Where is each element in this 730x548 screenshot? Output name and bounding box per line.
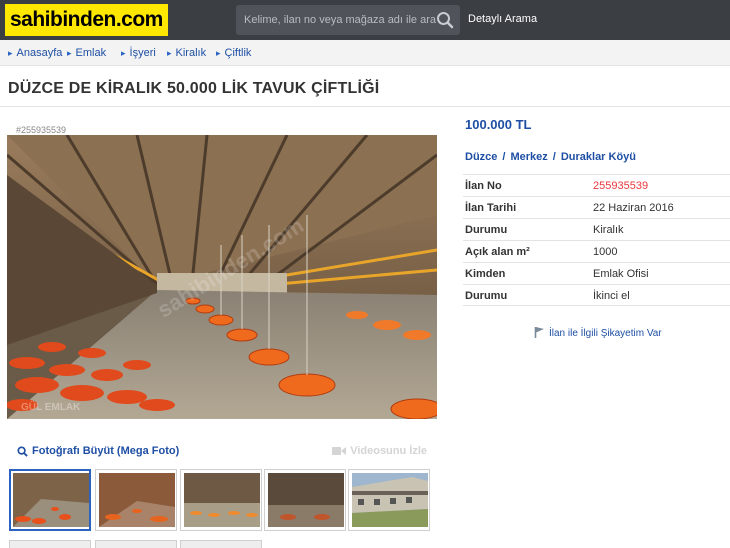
thumbnail-image [352,473,428,527]
thumbnail-image [184,473,260,527]
detail-row: Durumu İkinci el [463,284,730,306]
detail-key: Kimden [465,268,506,280]
search-icon[interactable] [436,11,454,29]
thumbnail-1[interactable] [9,469,91,531]
thumbnail-5[interactable] [348,469,430,531]
listing-details-table: İlan No 255935539 İlan Tarihi 22 Haziran… [463,174,730,306]
photo-ad-number: #255935539 [16,125,67,135]
breadcrumb-home[interactable]: Anasayfa [8,40,63,66]
location-district[interactable]: Merkez [510,151,547,163]
photo-corner-mark: GÜL EMLAK [21,402,81,413]
mega-photo-link[interactable]: Fotoğrafı Büyüt (Mega Foto) [17,445,179,457]
search-box[interactable]: Kelime, ilan no veya mağaza adı ile ara [236,5,460,35]
breadcrumb-emlak[interactable]: Emlak [67,40,107,66]
detail-value: 22 Haziran 2016 [593,202,674,214]
title-divider [0,106,730,107]
thumbnail-3[interactable] [180,469,262,531]
breadcrumb-ciftlik[interactable]: Çiftlik [216,40,252,66]
detail-key: İlan No [465,180,502,192]
breadcrumb-kiralik[interactable]: Kiralık [167,40,207,66]
detail-row: Durumu Kiralık [463,218,730,240]
flag-icon [534,327,544,338]
detail-value: Emlak Ofisi [593,268,649,280]
listing-location: Düzce / Merkez / Duraklar Köyü [465,151,636,163]
thumbnail-strip [7,469,437,548]
detail-row: İlan No 255935539 [463,174,730,196]
top-header: sahibinden.com Kelime, ilan no veya mağa… [0,0,730,40]
thumbnail-image [13,473,89,527]
listing-title: DÜZCE DE KİRALIK 50.000 LİK TAVUK ÇİFTLİ… [8,80,380,97]
thumbnail-image [99,473,175,527]
detail-row: Açık alan m² 1000 [463,240,730,262]
detail-row: İlan Tarihi 22 Haziran 2016 [463,196,730,218]
main-photo[interactable]: sahibinden.com GÜL EMLAK [7,135,437,419]
detail-value: İkinci el [593,290,630,302]
mega-photo-label: Fotoğrafı Büyüt (Mega Foto) [32,445,180,457]
photo-toolbar: Fotoğrafı Büyüt (Mega Foto) Videosunu İz… [7,440,437,466]
video-label: Videosunu İzle [350,445,427,457]
detail-key: Durumu [465,224,508,236]
thumbnail-image [268,473,344,527]
zoom-icon [17,446,28,457]
detail-row: Kimden Emlak Ofisi [463,262,730,284]
detail-value: 1000 [593,246,618,258]
thumbnail-2[interactable] [95,469,177,531]
detail-key: Açık alan m² [465,246,530,258]
breadcrumb-isyeri[interactable]: İşyeri [121,40,156,66]
search-input-placeholder[interactable]: Kelime, ilan no veya mağaza adı ile ara [244,5,436,35]
location-city[interactable]: Düzce [465,151,497,163]
video-camera-icon [332,447,347,456]
listing-price: 100.000 TL [465,117,532,132]
site-logo[interactable]: sahibinden.com [5,4,168,36]
report-listing-label: İlan ile İlgili Şikayetim Var [549,328,662,339]
location-neighborhood[interactable]: Duraklar Köyü [561,151,636,163]
advanced-search-link[interactable]: Detaylı Arama [468,0,537,38]
detail-key: Durumu [465,290,508,302]
report-listing-link[interactable]: İlan ile İlgili Şikayetim Var [534,326,662,339]
video-link[interactable]: Videosunu İzle [332,445,427,457]
thumbnail-4[interactable] [264,469,346,531]
detail-key: İlan Tarihi [465,202,517,214]
location-separator: / [552,151,556,163]
detail-value: Kiralık [593,224,624,236]
breadcrumb: Anasayfa Emlak İşyeri Kiralık Çiftlik [0,40,730,66]
location-separator: / [502,151,506,163]
detail-value: 255935539 [593,180,649,192]
